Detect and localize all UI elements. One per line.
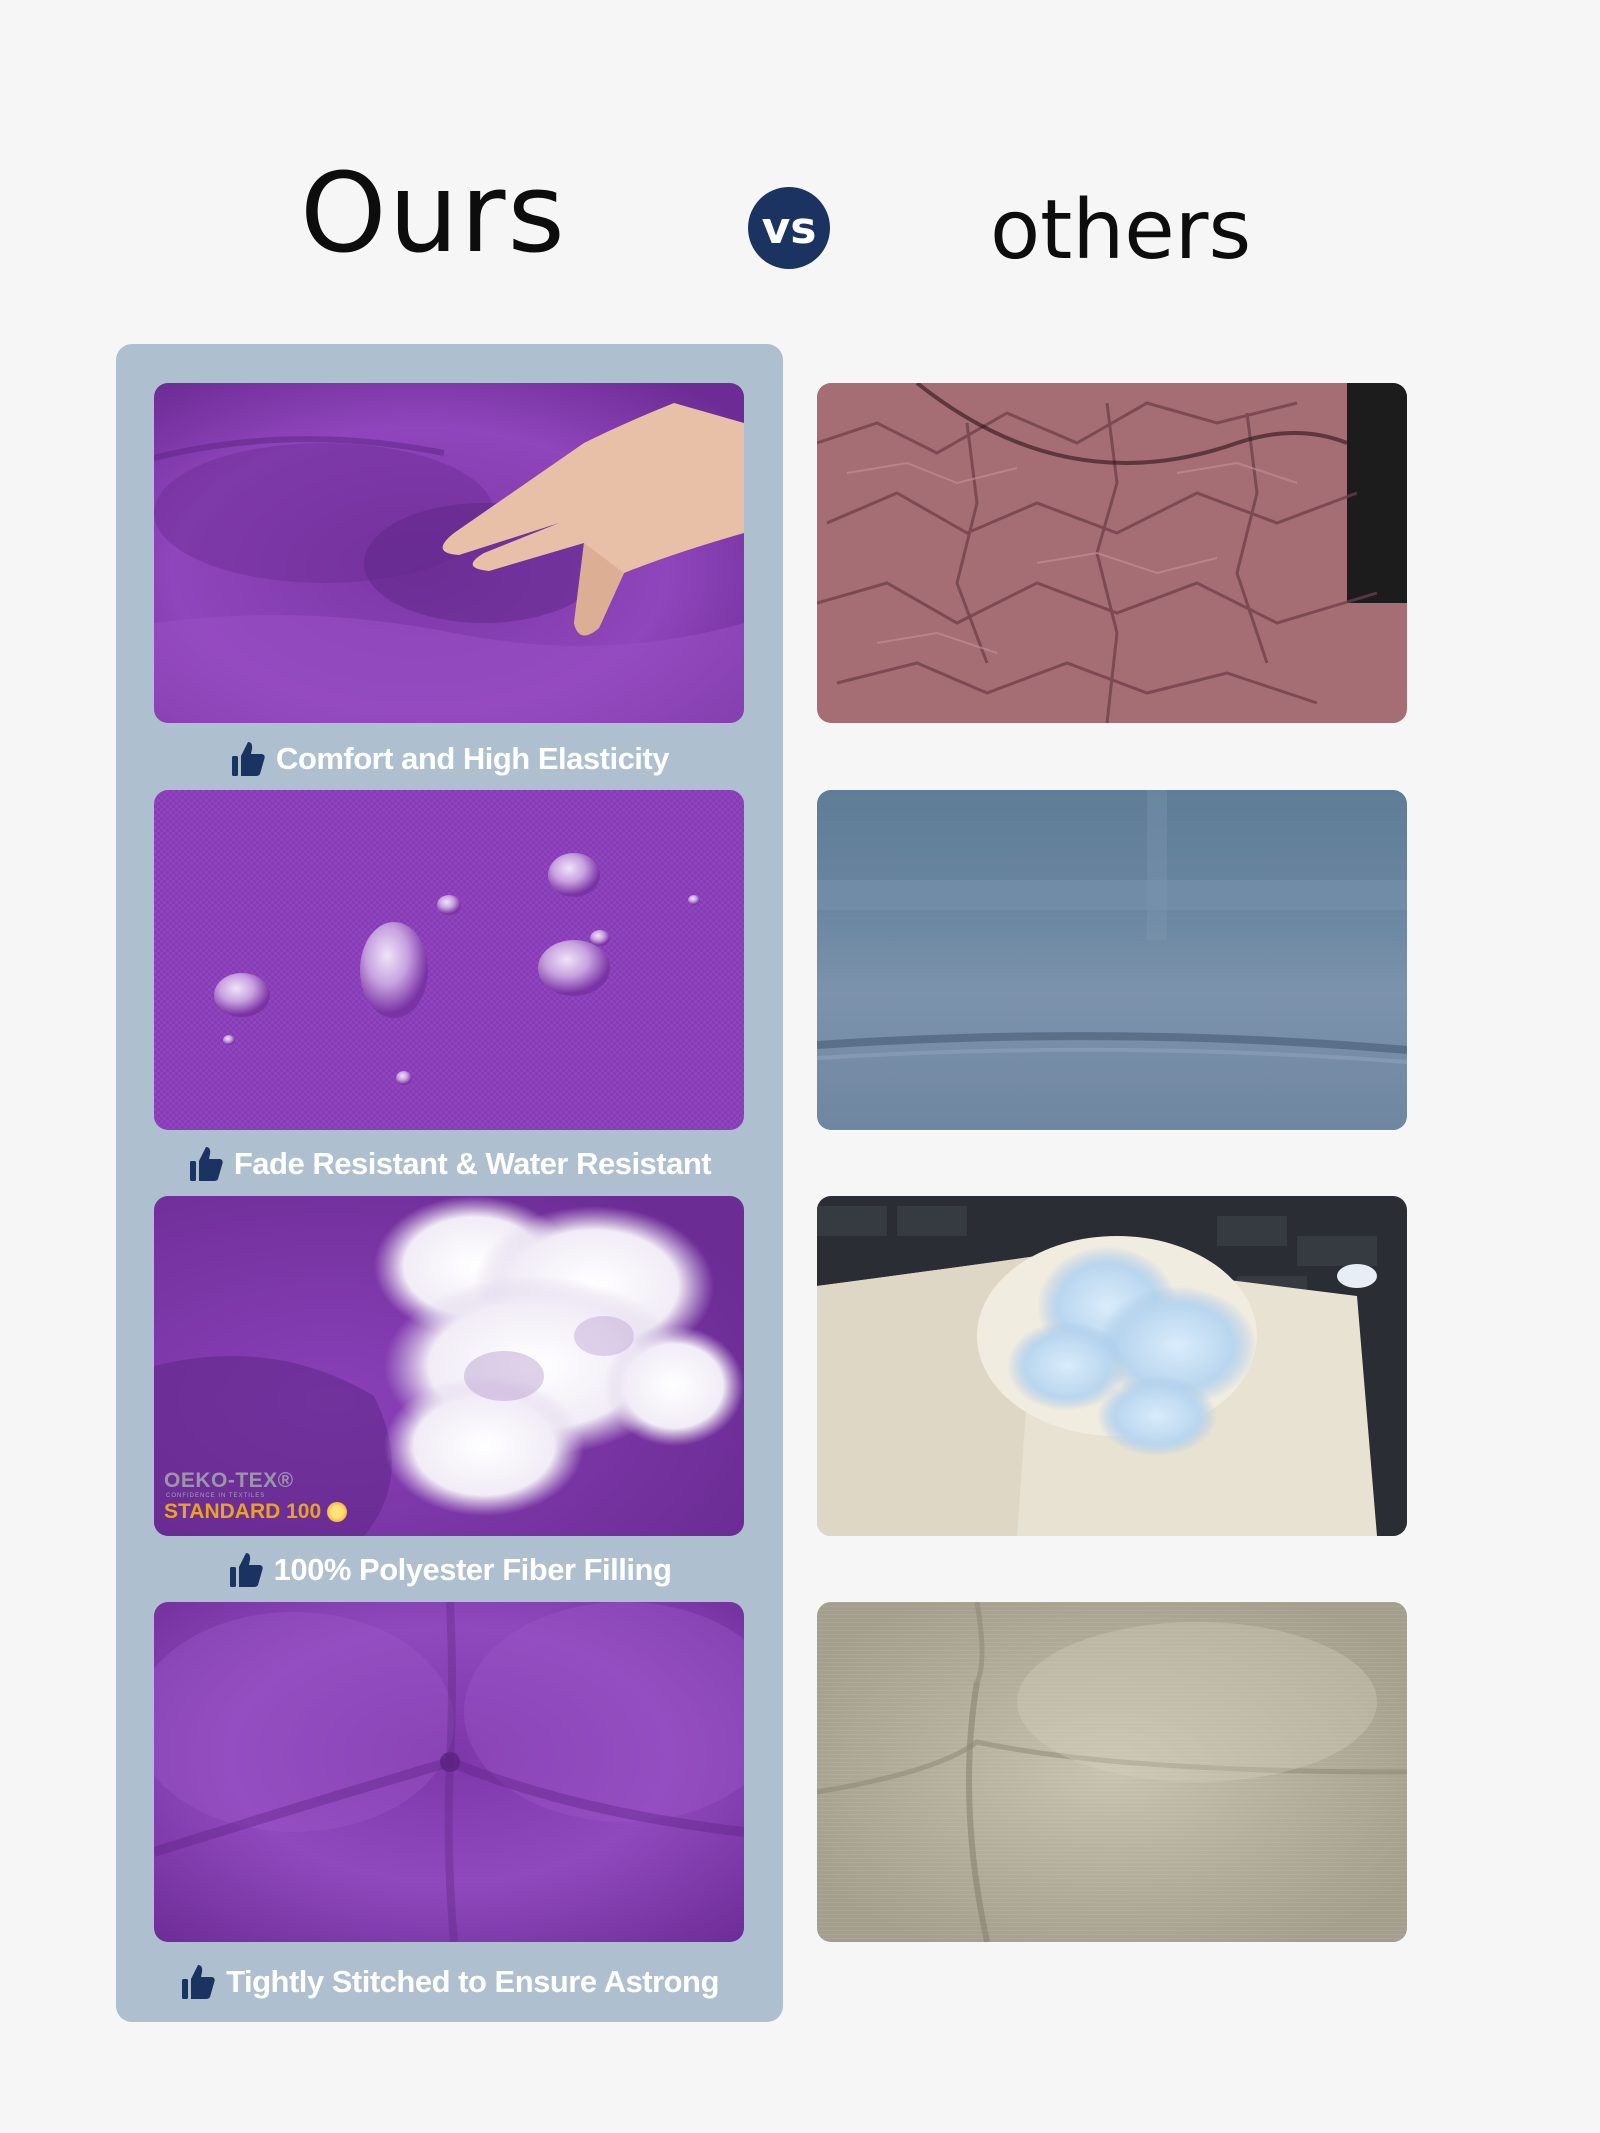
others-photo-1 xyxy=(817,383,1407,723)
ours-photo-1 xyxy=(154,383,744,723)
ours-heading: Ours xyxy=(300,149,567,277)
sun-icon xyxy=(327,1501,348,1522)
others-photo-4 xyxy=(817,1602,1407,1942)
ours-photo-2 xyxy=(154,790,744,1130)
badge-standard: STANDARD 100 xyxy=(164,1500,322,1523)
others-heading: others xyxy=(990,183,1252,278)
badge-tagline: CONFIDENCE IN TEXTILES xyxy=(166,1493,266,1499)
ours-caption-4: Tightly Stitched to Ensure Astrong xyxy=(116,1960,783,2004)
oeko-tex-badge: OEKO-TEX® CONFIDENCE IN TEXTILES STANDAR… xyxy=(164,1470,384,1530)
ours-photo-4 xyxy=(154,1602,744,1942)
others-photo-2 xyxy=(817,790,1407,1130)
others-photo-3 xyxy=(817,1196,1407,1536)
ours-caption-3: 100% Polyester Fiber Filling xyxy=(116,1548,783,1592)
thumbs-up-icon xyxy=(189,1147,223,1181)
ours-caption-1: Comfort and High Elasticity xyxy=(116,737,783,781)
ours-caption-2: Fade Resistant & Water Resistant xyxy=(116,1142,783,1186)
thumbs-up-icon xyxy=(229,1553,263,1587)
badge-line1: OEKO-TEX® xyxy=(164,1469,294,1492)
thumbs-up-icon xyxy=(182,1965,215,1999)
caption-text: 100% Polyester Fiber Filling xyxy=(273,1552,672,1587)
caption-text: Tightly Stitched to Ensure Astrong xyxy=(226,1964,719,1999)
vs-badge: vs xyxy=(748,187,830,269)
thumbs-up-icon xyxy=(232,742,265,776)
caption-text: Fade Resistant & Water Resistant xyxy=(233,1146,712,1181)
caption-text: Comfort and High Elasticity xyxy=(276,741,669,776)
badge-line2: STANDARD 100 xyxy=(164,1501,384,1522)
